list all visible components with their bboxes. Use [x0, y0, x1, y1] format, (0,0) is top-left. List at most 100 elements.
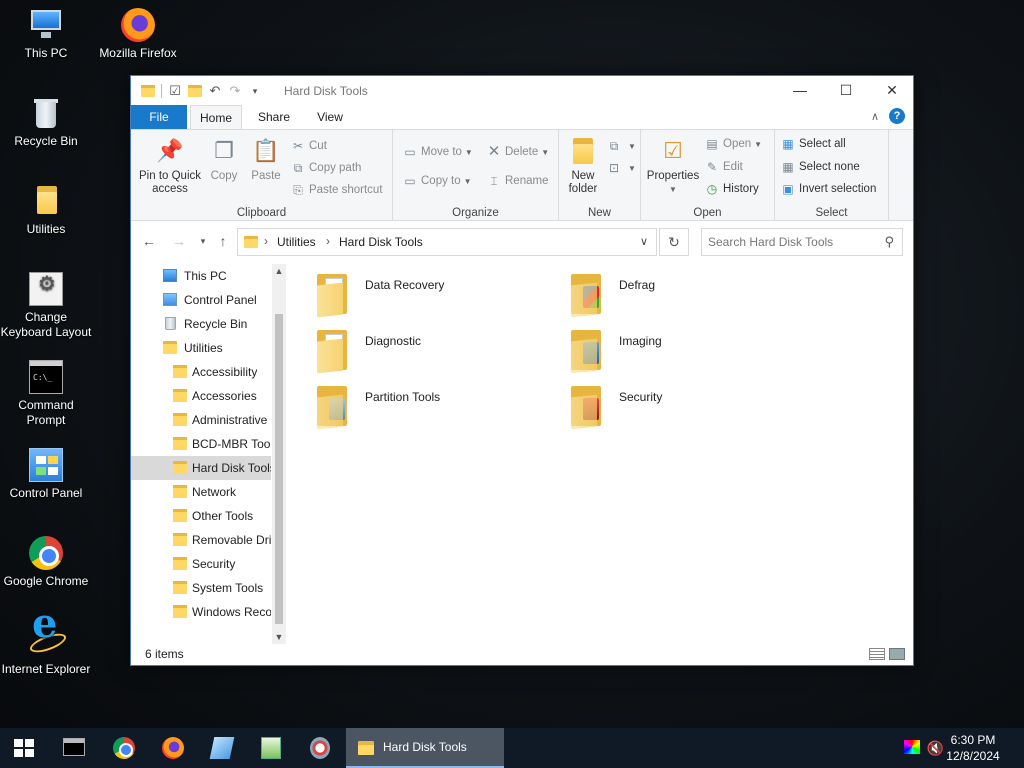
tab-view[interactable]: View	[305, 105, 355, 129]
breadcrumb-hard-disk-tools[interactable]: Hard Disk Tools	[339, 235, 423, 249]
delete-button[interactable]: ✕ Delete ▼	[487, 142, 549, 162]
navigation-bar: ← → ▾ ↑ › Utilities › Hard Disk Tools ∨ …	[131, 226, 913, 258]
nav-item-system-tools[interactable]: System Tools	[131, 576, 271, 600]
nav-item-recycle-bin[interactable]: Recycle Bin	[131, 312, 271, 336]
breadcrumb-chevron-icon[interactable]: ›	[326, 234, 330, 248]
nav-item-network[interactable]: Network	[131, 480, 271, 504]
redo-icon[interactable]: ↷	[228, 84, 242, 98]
customize-chevron-icon[interactable]: ▾	[248, 84, 262, 98]
taskbar-app-2[interactable]	[247, 728, 295, 768]
forward-arrow-icon[interactable]: →	[171, 233, 187, 249]
close-button[interactable]: ✕	[869, 76, 915, 105]
folder-item-security[interactable]: Security	[559, 384, 799, 434]
nav-scrollbar[interactable]: ▲ ▼	[272, 264, 286, 644]
refresh-button[interactable]: ↻	[659, 228, 689, 256]
large-icons-view-icon[interactable]	[889, 648, 905, 660]
search-icon[interactable]: ⚲	[884, 234, 894, 250]
copy-path-button[interactable]: ⧉ Copy path	[291, 158, 362, 178]
desktop-icon-internet-explorer[interactable]: Internet Explorer	[0, 616, 92, 677]
desktop-icon-control-panel[interactable]: Control Panel	[0, 448, 92, 501]
nav-item-bcd-mbr-tool[interactable]: BCD-MBR Tool	[131, 432, 271, 456]
tab-home[interactable]: Home	[190, 105, 242, 129]
properties-check-icon[interactable]: ☑	[168, 84, 182, 98]
up-arrow-icon[interactable]: ↑	[215, 233, 231, 249]
desktop-icon-chrome[interactable]: Google Chrome	[0, 536, 92, 589]
taskbar-firefox[interactable]	[149, 728, 197, 768]
taskbar-app-3[interactable]	[296, 728, 344, 768]
folder-icon	[173, 485, 187, 498]
nav-item-security[interactable]: Security	[131, 552, 271, 576]
search-box[interactable]: ⚲	[701, 228, 903, 256]
tab-file[interactable]: File	[131, 105, 187, 129]
desktop-icon-change-keyboard-layout[interactable]: Change Keyboard Layout	[0, 272, 92, 340]
scroll-up-icon[interactable]: ▲	[272, 264, 286, 278]
rename-button[interactable]: ⌶ Rename	[487, 171, 548, 191]
undo-icon[interactable]: ↶	[208, 84, 222, 98]
folder-item-defrag[interactable]: Defrag	[559, 272, 799, 322]
address-dropdown-icon[interactable]: ∨	[640, 235, 648, 248]
easy-access-button[interactable]: ⊡ ▼	[607, 158, 636, 178]
taskbar-app-1[interactable]	[198, 728, 246, 768]
back-arrow-icon[interactable]: ←	[141, 233, 157, 249]
nav-item-accessories[interactable]: Accessories	[131, 384, 271, 408]
desktop-icon-this-pc[interactable]: This PC	[0, 8, 92, 61]
new-folder-button[interactable]: New folder	[563, 136, 603, 196]
tool-app-icon	[310, 737, 330, 759]
maximize-button[interactable]: ☐	[823, 76, 869, 105]
desktop-icon-utilities[interactable]: Utilities	[0, 184, 92, 237]
folder-item-partition-tools[interactable]: Partition Tools	[305, 384, 545, 434]
recent-locations-chevron-icon[interactable]: ▾	[195, 236, 211, 247]
nav-item-utilities[interactable]: Utilities	[131, 336, 271, 360]
search-input[interactable]	[708, 234, 878, 250]
nav-item-other-tools[interactable]: Other Tools	[131, 504, 271, 528]
speaker-muted-icon[interactable]: 🔇	[927, 740, 944, 757]
folder-item-diagnostic[interactable]: Diagnostic	[305, 328, 545, 378]
move-to-button[interactable]: ▭ Move to ▼	[403, 142, 473, 162]
desktop-icon-recycle-bin[interactable]: Recycle Bin	[0, 96, 92, 149]
copy-button[interactable]: ❐ Copy	[207, 136, 241, 183]
breadcrumb-utilities[interactable]: Utilities	[277, 235, 316, 249]
clock[interactable]: 6:30 PM 12/8/2024	[944, 732, 1002, 764]
scrollbar-thumb[interactable]	[275, 314, 283, 624]
address-bar[interactable]: › Utilities › Hard Disk Tools ∨	[237, 228, 657, 256]
folder-item-data-recovery[interactable]: Data Recovery	[305, 272, 545, 322]
start-button[interactable]	[0, 728, 48, 768]
paste-button[interactable]: 📋 Paste	[247, 136, 285, 183]
nav-item-hard-disk-tools[interactable]: Hard Disk Tools	[131, 456, 271, 480]
nav-item-windows-recovery[interactable]: Windows Reco	[131, 600, 271, 624]
select-all-button[interactable]: ▦ Select all	[781, 134, 845, 154]
nav-item-accessibility[interactable]: Accessibility	[131, 360, 271, 384]
new-folder-icon[interactable]	[188, 85, 202, 97]
scroll-down-icon[interactable]: ▼	[272, 630, 286, 644]
pin-to-quick-access-button[interactable]: 📌 Pin to Quick access	[135, 136, 205, 196]
desktop-icon-command-prompt[interactable]: Command Prompt	[0, 360, 92, 428]
details-view-icon[interactable]	[869, 648, 885, 660]
desktop-icon-firefox[interactable]: Mozilla Firefox	[92, 8, 184, 61]
folder-icon	[173, 509, 187, 522]
help-icon[interactable]: ?	[889, 108, 905, 124]
nav-item-administrative[interactable]: Administrative	[131, 408, 271, 432]
invert-selection-button[interactable]: ▣ Invert selection	[781, 179, 876, 199]
collapse-ribbon-icon[interactable]: ∧	[871, 110, 879, 123]
nav-item-removable-drive[interactable]: Removable Dri	[131, 528, 271, 552]
new-item-button[interactable]: ⧉ ▼	[607, 136, 636, 156]
breadcrumb-chevron-icon[interactable]: ›	[264, 234, 268, 248]
tab-share[interactable]: Share	[247, 105, 301, 129]
paste-shortcut-button[interactable]: ⎘ Paste shortcut	[291, 180, 382, 200]
taskbar-chrome[interactable]	[100, 728, 148, 768]
taskbar-explorer-hard-disk-tools[interactable]: Hard Disk Tools	[346, 728, 504, 768]
nav-item-this-pc[interactable]: This PC	[131, 264, 271, 288]
select-none-button[interactable]: ▦ Select none	[781, 157, 859, 177]
nav-item-control-panel[interactable]: Control Panel	[131, 288, 271, 312]
copy-to-button[interactable]: ▭ Copy to ▼	[403, 171, 471, 191]
color-settings-icon[interactable]	[904, 740, 920, 754]
properties-button[interactable]: ☑ Properties ▼	[645, 136, 701, 196]
minimize-button[interactable]: —	[777, 76, 823, 105]
cut-button[interactable]: ✂ Cut	[291, 136, 327, 156]
history-button[interactable]: ◷ History	[705, 179, 759, 199]
edit-button[interactable]: ✎ Edit	[705, 157, 743, 177]
open-button[interactable]: ▤ Open ▼	[705, 134, 762, 154]
folder-item-imaging[interactable]: Imaging	[559, 328, 799, 378]
taskbar-command-prompt[interactable]	[50, 728, 98, 768]
title-bar[interactable]: ☑ ↶ ↷ ▾ Hard Disk Tools — ☐ ✕	[131, 76, 913, 105]
